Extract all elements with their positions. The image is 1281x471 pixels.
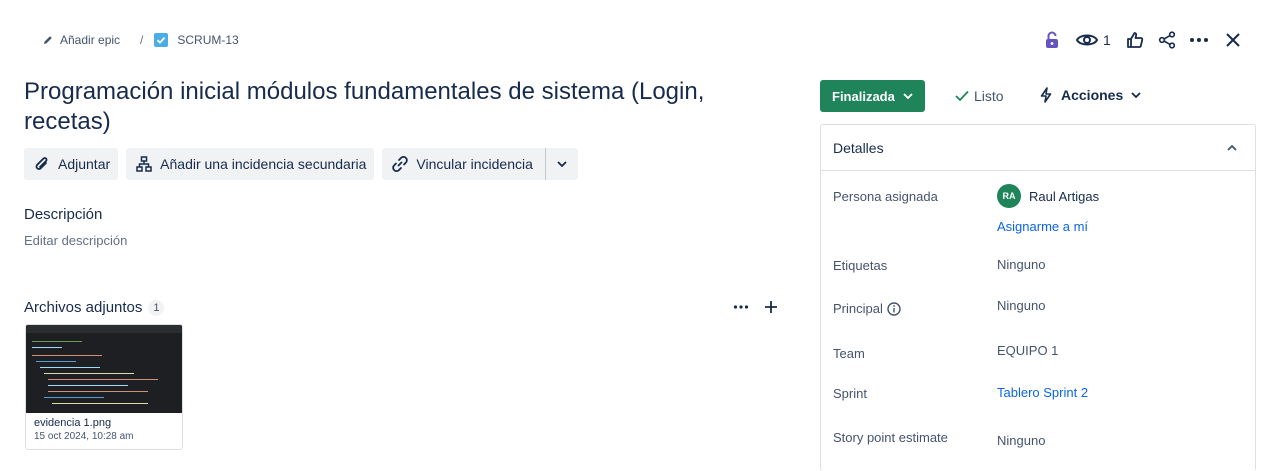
attachments-count-badge: 1 <box>148 299 165 316</box>
close-icon[interactable] <box>1219 26 1247 54</box>
check-icon <box>955 90 969 102</box>
status-label: Finalizada <box>832 88 895 104</box>
sprint-value-link[interactable]: Tablero Sprint 2 <box>997 385 1088 400</box>
eye-icon <box>1076 32 1098 48</box>
description-editor[interactable]: Editar descripción <box>24 233 127 248</box>
breadcrumb-separator: / <box>140 33 144 47</box>
add-epic-link[interactable]: Añadir epic <box>60 33 120 47</box>
attachment-filename: evidencia 1.png <box>34 417 112 429</box>
issue-title[interactable]: Programación inicial módulos fundamental… <box>24 77 754 137</box>
thumbs-up-icon[interactable] <box>1121 26 1149 54</box>
attachment-card[interactable]: evidencia 1.png 15 oct 2024, 10:28 am <box>25 324 183 450</box>
resolution-status: Listo <box>955 88 1004 104</box>
chevron-up-icon <box>1227 144 1237 151</box>
attachment-date: 15 oct 2024, 10:28 am <box>34 431 134 442</box>
link-issue-button[interactable]: Vincular incidencia <box>382 148 546 180</box>
task-checkbox-icon <box>153 32 169 48</box>
labels-value[interactable]: Ninguno <box>997 257 1045 272</box>
link-issue-dropdown[interactable] <box>546 148 578 180</box>
add-child-issue-button[interactable]: Añadir una incidencia secundaria <box>126 148 375 180</box>
chevron-down-icon <box>557 161 567 167</box>
description-heading: Descripción <box>24 206 103 223</box>
assignee-field[interactable]: RA Raul Artigas <box>997 184 1099 208</box>
info-icon[interactable] <box>887 301 901 316</box>
parent-value[interactable]: Ninguno <box>997 298 1045 313</box>
link-issue-split-button: Vincular incidencia <box>382 148 578 180</box>
lightning-icon <box>1040 87 1052 103</box>
paperclip-icon <box>32 154 52 174</box>
story-points-label: Story point estimate <box>833 430 948 445</box>
breadcrumb: Añadir epic / SCRUM-13 <box>40 32 239 48</box>
link-issue-label: Vincular incidencia <box>416 156 533 172</box>
assignee-name: Raul Artigas <box>1029 188 1100 204</box>
pencil-icon <box>40 32 56 48</box>
lock-icon[interactable] <box>1038 26 1066 54</box>
issue-key-link[interactable]: SCRUM-13 <box>177 33 238 47</box>
details-panel: Detalles Persona asignada RA Raul Artiga… <box>820 124 1256 471</box>
issue-toolbar: 1 <box>1034 26 1247 54</box>
assign-to-me-link[interactable]: Asignarme a mí <box>997 219 1088 234</box>
parent-label-text: Principal <box>833 301 883 316</box>
chevron-down-icon <box>903 93 913 99</box>
team-label: Team <box>833 346 865 361</box>
team-value[interactable]: EQUIPO 1 <box>997 343 1058 358</box>
watch-count: 1 <box>1103 32 1111 48</box>
attach-label: Adjuntar <box>58 156 111 172</box>
story-points-value[interactable]: Ninguno <box>997 433 1045 448</box>
labels-label: Etiquetas <box>833 258 888 273</box>
hierarchy-icon <box>134 154 154 174</box>
attachment-thumbnail <box>26 325 182 413</box>
add-child-label: Añadir una incidencia secundaria <box>160 156 367 172</box>
add-attachment-icon[interactable] <box>764 300 778 319</box>
status-button[interactable]: Finalizada <box>820 80 925 112</box>
attachments-heading: Archivos adjuntos <box>24 299 143 316</box>
assignee-label: Persona asignada <box>833 189 938 204</box>
avatar: RA <box>997 184 1021 208</box>
attachments-header: Archivos adjuntos 1 <box>24 299 165 316</box>
resolution-label: Listo <box>974 88 1004 104</box>
actions-label: Acciones <box>1061 87 1124 103</box>
parent-label: Principal <box>833 301 901 316</box>
link-icon <box>390 154 410 174</box>
chevron-down-icon <box>1131 92 1141 98</box>
more-icon[interactable] <box>1185 26 1213 54</box>
watch-button[interactable]: 1 <box>1076 26 1111 54</box>
details-heading: Detalles <box>833 139 884 156</box>
attachments-more-icon[interactable] <box>733 298 749 321</box>
sprint-label: Sprint <box>833 386 867 401</box>
attach-button[interactable]: Adjuntar <box>24 148 119 180</box>
details-panel-header[interactable]: Detalles <box>821 125 1255 171</box>
issue-action-buttons: Adjuntar Añadir una incidencia secundari… <box>24 148 578 180</box>
actions-button[interactable]: Acciones <box>1040 87 1141 103</box>
share-icon[interactable] <box>1153 26 1181 54</box>
